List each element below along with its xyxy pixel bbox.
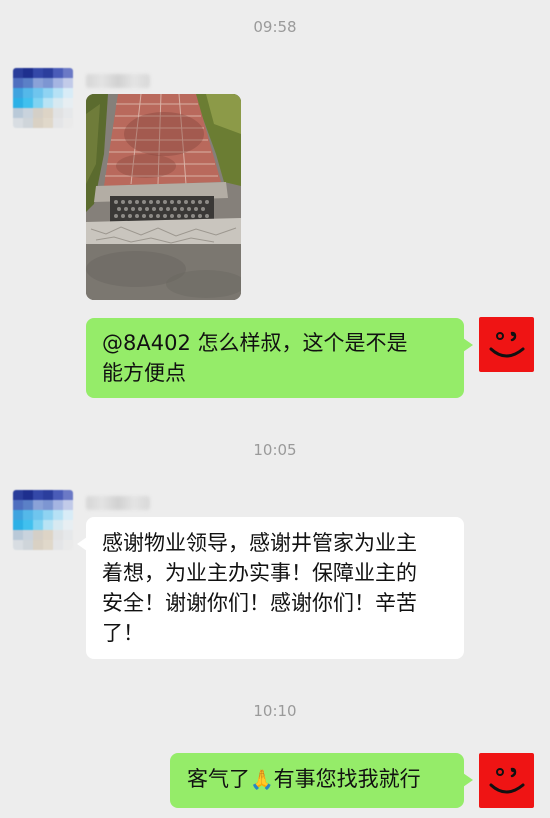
received-message[interactable]: 感谢物业领导，感谢井管家为业主 着想，为业主办实事！保障业主的 安全！谢谢你们！… [77, 517, 464, 659]
sender-name [86, 74, 150, 88]
red-smiley-avatar-icon[interactable] [479, 753, 534, 808]
praying-hands-icon: 🙏 [250, 769, 274, 791]
avatar[interactable] [13, 68, 73, 128]
message-line: 能方便点 [102, 361, 186, 385]
message-line: 感谢物业领导，感谢井管家为业主 [102, 531, 417, 555]
sent-message[interactable]: 客气了🙏有事您找我就行 [170, 753, 473, 808]
image-message[interactable] [86, 94, 241, 300]
message-line: 安全！谢谢你们！感谢你们！辛苦 [102, 591, 417, 615]
sender-name [86, 496, 150, 510]
timestamp: 10:05 [253, 441, 297, 459]
message-line: 着想，为业主办实事！保障业主的 [102, 561, 417, 585]
timestamp: 10:10 [253, 702, 297, 720]
message-line: 了！ [102, 621, 144, 645]
message-text: 客气了 [187, 767, 250, 791]
photo-image [86, 94, 241, 300]
avatar[interactable] [13, 490, 73, 550]
timestamp: 09:58 [253, 18, 297, 36]
chat-window: 09:58 @8A402 怎么样叔，这个是不是 能方便点 10:05 感谢物业领… [0, 0, 550, 818]
message-line: @8A402 怎么样叔，这个是不是 [102, 331, 408, 355]
message-text: 有事您找我就行 [273, 767, 421, 791]
red-smiley-avatar-icon[interactable] [479, 317, 534, 372]
sent-message[interactable]: @8A402 怎么样叔，这个是不是 能方便点 [86, 318, 473, 398]
